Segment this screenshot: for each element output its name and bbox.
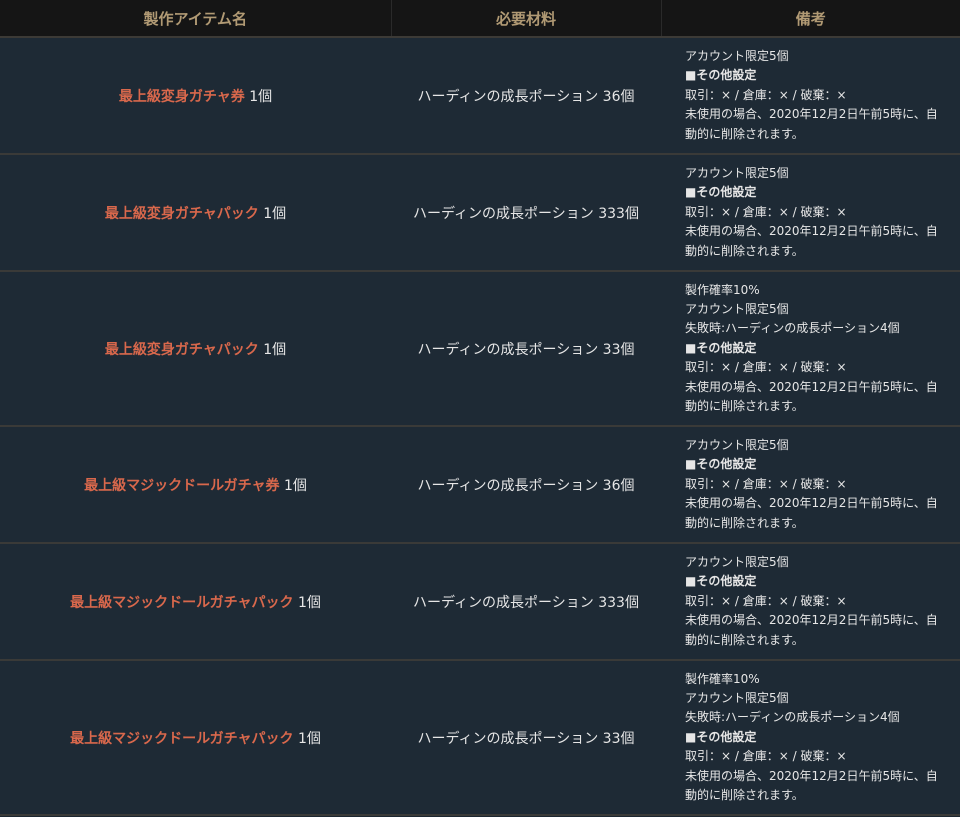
note-section-heading: ■その他設定 <box>685 185 757 200</box>
item-name: 最上級マジックドールガチャパック <box>70 730 294 747</box>
header-note: 備考 <box>660 0 960 38</box>
note-line: 未使用の場合、2020年12月2日午前5時に、自 <box>685 613 938 628</box>
note-line: アカウント限定5個 <box>685 554 789 569</box>
note-cell: アカウント限定5個 ■その他設定 取引：× / 倉庫：× / 破棄：× 未使用の… <box>661 543 960 661</box>
note-line: アカウント限定5個 <box>685 690 789 705</box>
material-cell: ハーディンの成長ポーション 36個 <box>391 37 661 155</box>
note-section-heading: ■その他設定 <box>685 457 757 472</box>
material-cell: ハーディンの成長ポーション 333個 <box>391 543 661 661</box>
note-line: アカウント限定5個 <box>685 301 789 316</box>
note-line: 動的に削除されます。 <box>685 515 804 530</box>
material-cell: ハーディンの成長ポーション 33個 <box>391 271 661 427</box>
table-row: 最上級変身ガチャ券 1個 ハーディンの成長ポーション 36個 アカウント限定5個… <box>0 37 960 155</box>
item-name: 最上級変身ガチャパック <box>104 341 259 358</box>
note-line: 取引：× / 倉庫：× / 破棄：× <box>685 749 847 764</box>
note-line: 未使用の場合、2020年12月2日午前5時に、自 <box>685 107 938 122</box>
table-body: 最上級変身ガチャ券 1個 ハーディンの成長ポーション 36個 アカウント限定5個… <box>0 37 960 816</box>
note-line: 未使用の場合、2020年12月2日午前5時に、自 <box>685 379 938 394</box>
note-line: アカウント限定5個 <box>685 48 789 63</box>
note-line: 取引：× / 倉庫：× / 破棄：× <box>685 87 847 102</box>
item-name: 最上級変身ガチャパック <box>104 205 259 222</box>
item-name: 最上級変身ガチャ券 <box>118 88 245 105</box>
note-line: 動的に削除されます。 <box>685 399 804 414</box>
table-row: 最上級マジックドールガチャパック 1個 ハーディンの成長ポーション 33個 製作… <box>0 660 960 816</box>
note-cell: アカウント限定5個 ■その他設定 取引：× / 倉庫：× / 破棄：× 未使用の… <box>661 154 960 272</box>
material-cell: ハーディンの成長ポーション 333個 <box>391 154 661 272</box>
note-line: アカウント限定5個 <box>685 437 789 452</box>
note-line: 取引：× / 倉庫：× / 破棄：× <box>685 593 847 608</box>
note-cell: アカウント限定5個 ■その他設定 取引：× / 倉庫：× / 破棄：× 未使用の… <box>661 37 960 155</box>
item-name: 最上級マジックドールガチャパック <box>70 594 294 611</box>
table-row: 最上級マジックドールガチャパック 1個 ハーディンの成長ポーション 333個 ア… <box>0 543 960 661</box>
material-cell: ハーディンの成長ポーション 33個 <box>391 660 661 816</box>
note-line: 製作確率10% <box>685 671 760 686</box>
note-line: 動的に削除されます。 <box>685 788 804 803</box>
note-cell: 製作確率10% アカウント限定5個 失敗時:ハーディンの成長ポーション4個 ■そ… <box>661 660 960 816</box>
note-line: 動的に削除されます。 <box>685 632 804 647</box>
table-row: 最上級変身ガチャパック 1個 ハーディンの成長ポーション 333個 アカウント限… <box>0 154 960 272</box>
note-line: 失敗時:ハーディンの成長ポーション4個 <box>685 321 900 336</box>
item-quantity: 1個 <box>244 88 273 105</box>
note-cell: アカウント限定5個 ■その他設定 取引：× / 倉庫：× / 破棄：× 未使用の… <box>661 426 960 544</box>
note-line: 取引：× / 倉庫：× / 破棄：× <box>685 204 847 219</box>
note-section-heading: ■その他設定 <box>685 574 757 589</box>
note-line: 製作確率10% <box>685 282 760 297</box>
item-name-cell: 最上級変身ガチャパック 1個 <box>0 271 391 427</box>
material-cell: ハーディンの成長ポーション 36個 <box>391 426 661 544</box>
note-line: 動的に削除されます。 <box>685 243 804 258</box>
item-quantity: 1個 <box>293 594 321 611</box>
item-quantity: 1個 <box>279 477 307 494</box>
note-line: 失敗時:ハーディンの成長ポーション4個 <box>685 710 900 725</box>
item-name-cell: 最上級マジックドールガチャ券 1個 <box>0 426 391 544</box>
item-quantity: 1個 <box>258 205 287 222</box>
note-line: 取引：× / 倉庫：× / 破棄：× <box>685 360 847 375</box>
item-name-cell: 最上級変身ガチャ券 1個 <box>0 37 391 155</box>
item-name: 最上級マジックドールガチャ券 <box>84 477 280 494</box>
note-section-heading: ■その他設定 <box>685 340 757 355</box>
note-section-heading: ■その他設定 <box>685 68 757 83</box>
note-line: 動的に削除されます。 <box>685 126 804 141</box>
header-item-name: 製作アイテム名 <box>0 0 391 38</box>
note-cell: 製作確率10% アカウント限定5個 失敗時:ハーディンの成長ポーション4個 ■そ… <box>661 271 960 427</box>
crafting-table: 製作アイテム名 必要材料 備考 最上級変身ガチャ券 1個 ハーディンの成長ポーシ… <box>0 0 960 816</box>
table-header: 製作アイテム名 必要材料 備考 <box>0 0 960 38</box>
table-row: 最上級変身ガチャパック 1個 ハーディンの成長ポーション 33個 製作確率10%… <box>0 271 960 427</box>
table-row: 最上級マジックドールガチャ券 1個 ハーディンの成長ポーション 36個 アカウン… <box>0 426 960 544</box>
header-material: 必要材料 <box>390 0 661 38</box>
item-name-cell: 最上級マジックドールガチャパック 1個 <box>0 543 391 661</box>
note-line: 未使用の場合、2020年12月2日午前5時に、自 <box>685 768 938 783</box>
item-quantity: 1個 <box>258 341 287 358</box>
note-line: アカウント限定5個 <box>685 165 789 180</box>
item-quantity: 1個 <box>293 730 321 747</box>
item-name-cell: 最上級マジックドールガチャパック 1個 <box>0 660 391 816</box>
note-line: 未使用の場合、2020年12月2日午前5時に、自 <box>685 496 938 511</box>
note-line: 取引：× / 倉庫：× / 破棄：× <box>685 476 847 491</box>
note-section-heading: ■その他設定 <box>685 729 757 744</box>
item-name-cell: 最上級変身ガチャパック 1個 <box>0 154 391 272</box>
note-line: 未使用の場合、2020年12月2日午前5時に、自 <box>685 224 938 239</box>
